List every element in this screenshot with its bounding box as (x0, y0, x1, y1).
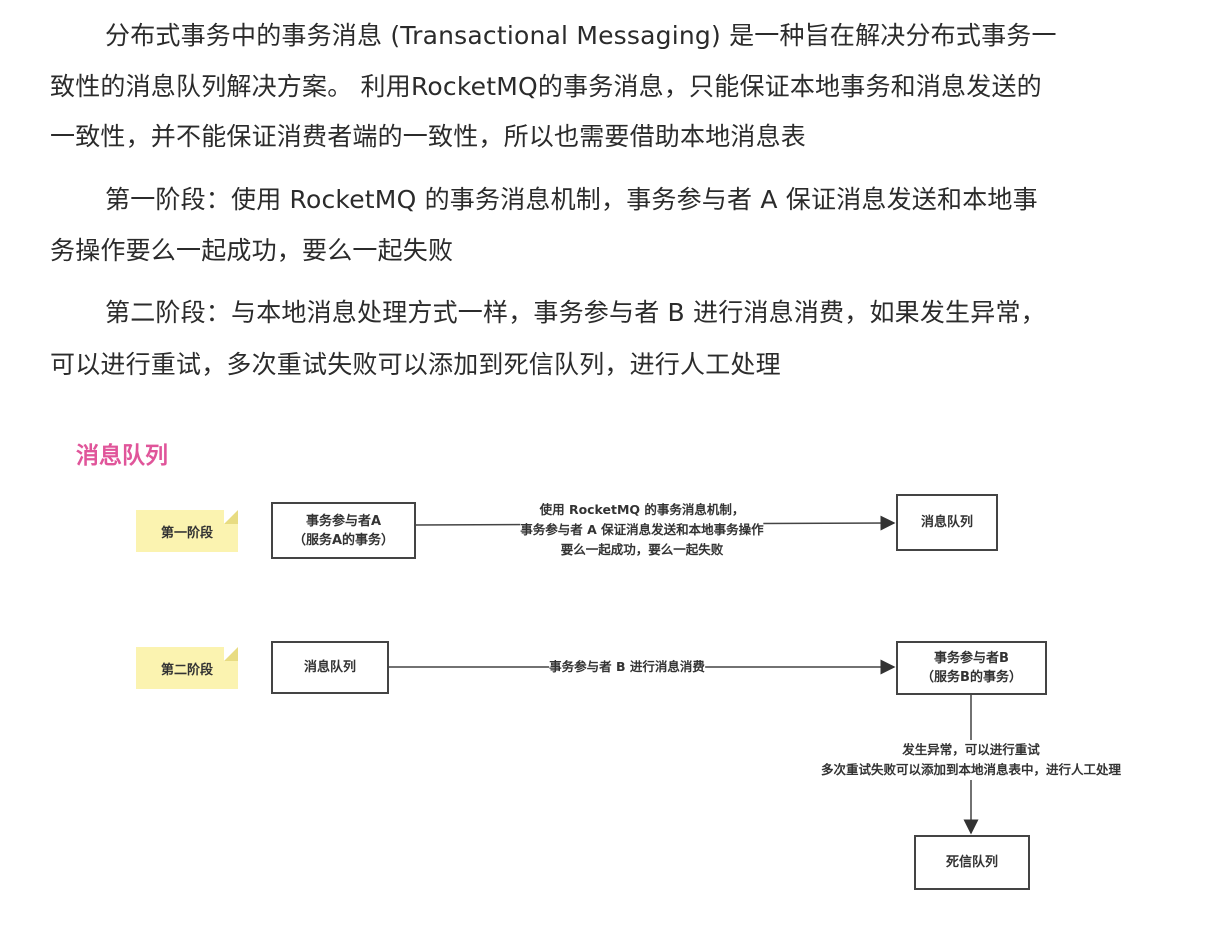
message-queue-box: 消息队列 (896, 494, 998, 551)
message-queue-box-2: 消息队列 (271, 641, 389, 694)
phase2-edge-label: 事务参与者 B 进行消息消费 (549, 657, 705, 677)
note-label: 第一阶段 (160, 525, 213, 541)
box-label: 消息队列 (920, 515, 973, 530)
phase2-note: 第二阶段 (136, 647, 238, 689)
box-label: 事务参与者A (305, 513, 382, 529)
box-label: （服务A的事务） (292, 532, 395, 548)
participant-a-box: 事务参与者A （服务A的事务） (271, 502, 416, 559)
box-label: 死信队列 (945, 855, 998, 870)
diagram-connectors (388, 515, 979, 835)
retry-edge-label: 发生异常，可以进行重试 多次重试失败可以添加到本地消息表中，进行人工处理 (820, 740, 1122, 780)
box-label: 事务参与者B (934, 651, 1009, 666)
dead-letter-queue-box: 死信队列 (914, 835, 1030, 890)
phase1-note: 第一阶段 (136, 510, 238, 552)
phase1-edge-label: 使用 RocketMQ 的事务消息机制， 事务参与者 A 保证消息发送和本地事务操… (520, 500, 764, 560)
box-label: 消息队列 (303, 660, 356, 675)
note-label: 第二阶段 (160, 662, 213, 678)
box-label: （服务B的事务） (921, 670, 1022, 685)
participant-b-box: 事务参与者B （服务B的事务） (896, 641, 1047, 695)
